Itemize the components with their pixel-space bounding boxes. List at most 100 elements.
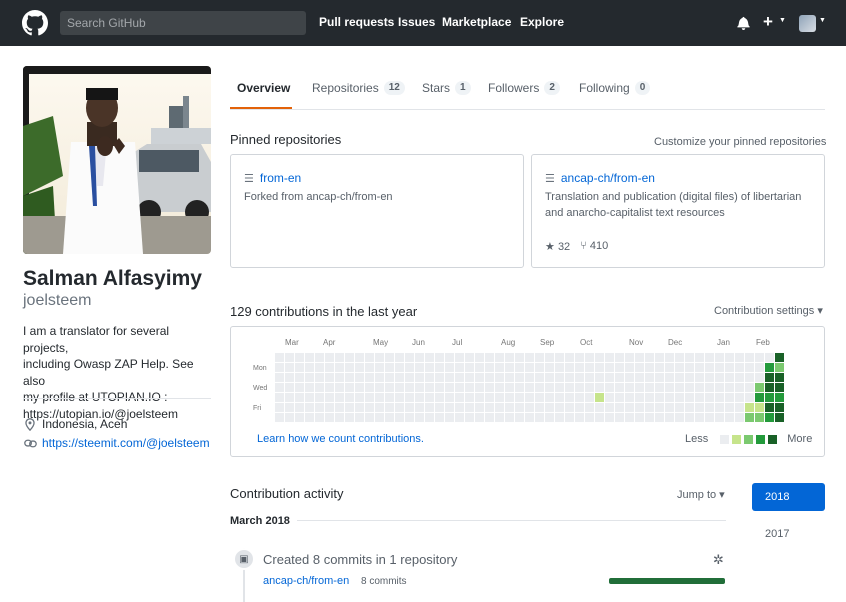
- contribution-day[interactable]: [535, 403, 544, 412]
- contribution-day[interactable]: [295, 393, 304, 402]
- contribution-day[interactable]: [535, 363, 544, 372]
- contribution-day[interactable]: [585, 363, 594, 372]
- contribution-day[interactable]: [665, 373, 674, 382]
- contribution-day[interactable]: [705, 373, 714, 382]
- contribution-day[interactable]: [625, 363, 634, 372]
- contribution-day[interactable]: [685, 383, 694, 392]
- contribution-day[interactable]: [505, 353, 514, 362]
- contribution-day[interactable]: [485, 353, 494, 362]
- contribution-day[interactable]: [495, 383, 504, 392]
- contribution-day[interactable]: [635, 363, 644, 372]
- contribution-day[interactable]: [345, 393, 354, 402]
- year-2017[interactable]: 2017: [752, 520, 825, 548]
- contribution-day[interactable]: [605, 373, 614, 382]
- contribution-day[interactable]: [315, 403, 324, 412]
- contribution-day[interactable]: [355, 413, 364, 422]
- contribution-day[interactable]: [495, 363, 504, 372]
- contribution-day[interactable]: [745, 393, 754, 402]
- contribution-day[interactable]: [295, 383, 304, 392]
- contribution-day[interactable]: [455, 403, 464, 412]
- contribution-day[interactable]: [465, 353, 474, 362]
- plus-icon[interactable]: +: [763, 12, 773, 32]
- contribution-day[interactable]: [725, 373, 734, 382]
- contribution-day[interactable]: [685, 373, 694, 382]
- contribution-day[interactable]: [315, 383, 324, 392]
- contribution-day[interactable]: [765, 393, 774, 402]
- contribution-day[interactable]: [735, 363, 744, 372]
- contribution-day[interactable]: [715, 363, 724, 372]
- contribution-day[interactable]: [605, 353, 614, 362]
- contribution-day[interactable]: [735, 403, 744, 412]
- search-input[interactable]: Search GitHub: [60, 11, 306, 35]
- contribution-day[interactable]: [395, 393, 404, 402]
- contribution-day[interactable]: [625, 413, 634, 422]
- contribution-day[interactable]: [305, 353, 314, 362]
- contribution-day[interactable]: [615, 413, 624, 422]
- contribution-day[interactable]: [385, 393, 394, 402]
- contribution-day[interactable]: [415, 403, 424, 412]
- contribution-day[interactable]: [755, 403, 764, 412]
- contribution-day[interactable]: [365, 363, 374, 372]
- contribution-day[interactable]: [355, 363, 364, 372]
- contribution-day[interactable]: [675, 403, 684, 412]
- contribution-day[interactable]: [775, 393, 784, 402]
- contribution-day[interactable]: [335, 413, 344, 422]
- contribution-day[interactable]: [455, 363, 464, 372]
- website-link[interactable]: https://steemit.com/@joelsteem: [42, 436, 210, 450]
- contribution-day[interactable]: [425, 393, 434, 402]
- contribution-day[interactable]: [325, 413, 334, 422]
- activity-summary[interactable]: Created 8 commits in 1 repository: [263, 552, 457, 567]
- contribution-day[interactable]: [295, 403, 304, 412]
- contribution-day[interactable]: [675, 353, 684, 362]
- contribution-day[interactable]: [445, 353, 454, 362]
- contribution-day[interactable]: [565, 403, 574, 412]
- contribution-day[interactable]: [645, 413, 654, 422]
- contribution-day[interactable]: [665, 393, 674, 402]
- contribution-day[interactable]: [695, 363, 704, 372]
- nav-explore[interactable]: Explore: [520, 15, 564, 29]
- contribution-day[interactable]: [295, 413, 304, 422]
- tab-followers[interactable]: Followers 2: [488, 81, 560, 95]
- contribution-day[interactable]: [305, 383, 314, 392]
- contribution-day[interactable]: [345, 373, 354, 382]
- contribution-day[interactable]: [565, 363, 574, 372]
- contribution-day[interactable]: [545, 363, 554, 372]
- contribution-day[interactable]: [595, 383, 604, 392]
- contribution-day[interactable]: [615, 363, 624, 372]
- contribution-day[interactable]: [585, 383, 594, 392]
- contribution-day[interactable]: [455, 383, 464, 392]
- contribution-day[interactable]: [475, 383, 484, 392]
- contribution-day[interactable]: [545, 373, 554, 382]
- contribution-day[interactable]: [335, 353, 344, 362]
- contribution-day[interactable]: [275, 393, 284, 402]
- contribution-day[interactable]: [395, 373, 404, 382]
- contribution-day[interactable]: [495, 353, 504, 362]
- contribution-day[interactable]: [565, 383, 574, 392]
- contribution-day[interactable]: [595, 403, 604, 412]
- contribution-day[interactable]: [365, 383, 374, 392]
- contribution-day[interactable]: [725, 383, 734, 392]
- chevron-down-icon[interactable]: ▼: [779, 17, 786, 24]
- contribution-day[interactable]: [675, 373, 684, 382]
- contribution-day[interactable]: [405, 413, 414, 422]
- contribution-day[interactable]: [685, 363, 694, 372]
- customize-pins-link[interactable]: Customize your pinned repositories: [654, 136, 826, 148]
- contribution-day[interactable]: [695, 413, 704, 422]
- contribution-day[interactable]: [495, 413, 504, 422]
- contribution-day[interactable]: [405, 383, 414, 392]
- contribution-day[interactable]: [365, 353, 374, 362]
- contribution-day[interactable]: [505, 363, 514, 372]
- contribution-day[interactable]: [465, 413, 474, 422]
- contribution-day[interactable]: [445, 383, 454, 392]
- contribution-day[interactable]: [655, 383, 664, 392]
- contribution-day[interactable]: [595, 363, 604, 372]
- contribution-day[interactable]: [525, 363, 534, 372]
- contribution-day[interactable]: [485, 393, 494, 402]
- year-2018[interactable]: 2018: [752, 483, 825, 511]
- contribution-day[interactable]: [275, 403, 284, 412]
- contribution-day[interactable]: [685, 353, 694, 362]
- contribution-day[interactable]: [395, 413, 404, 422]
- contribution-day[interactable]: [625, 403, 634, 412]
- contribution-day[interactable]: [275, 353, 284, 362]
- contribution-day[interactable]: [495, 373, 504, 382]
